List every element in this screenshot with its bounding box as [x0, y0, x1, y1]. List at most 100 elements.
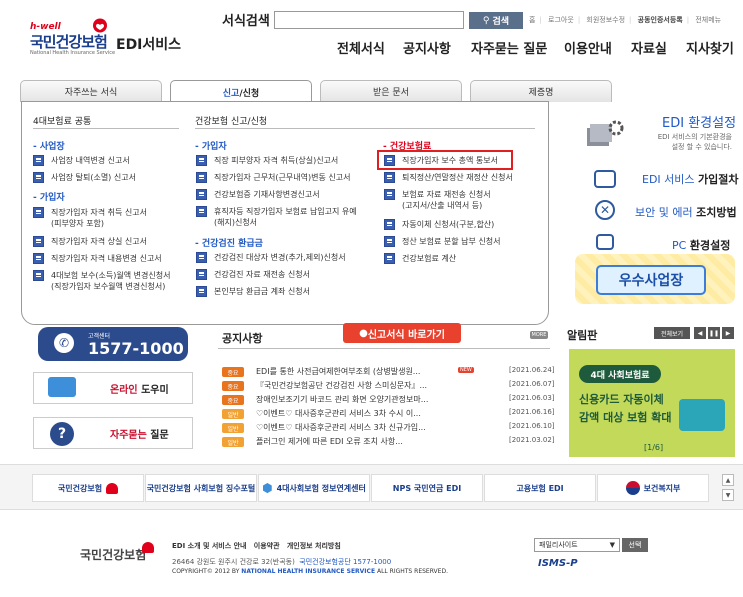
col1-divider — [33, 128, 179, 129]
partner-down-arrow[interactable]: ▼ — [722, 489, 734, 501]
document-icon — [384, 172, 395, 183]
callcenter-number: 1577-1000 — [88, 339, 184, 358]
document-icon — [33, 236, 44, 247]
partner-up-arrow[interactable]: ▲ — [722, 474, 734, 486]
document-icon — [33, 207, 44, 218]
document-icon — [33, 172, 44, 183]
banner-line1: 신용카드 자동이체 — [579, 393, 664, 406]
document-icon — [384, 236, 395, 247]
footer-link-privacy[interactable]: 개인정보 처리방침 — [287, 542, 341, 550]
partner-nhis[interactable]: 국민건강보험 — [32, 474, 144, 502]
partner-nps-edi[interactable]: NPS 국민연금 EDI — [371, 474, 483, 502]
online-helper-button[interactable]: 온라인 도우미 — [33, 372, 193, 404]
notice-row[interactable]: 중요 EDI를 통한 사전급여제한여부조회 (상병발생원... NEW [2021.0… — [222, 366, 555, 378]
gnb-all-forms[interactable]: 전체서식 — [337, 38, 385, 57]
document-icon — [196, 155, 207, 166]
util-home[interactable]: 홈 — [529, 16, 535, 24]
util-cert-register[interactable]: 공동인증서등록 — [638, 16, 683, 24]
link-join-procedure[interactable]: EDI 서비스 가입절차 — [642, 171, 739, 187]
partner-social-insurance-portal[interactable]: 국민건강보험 사회보험 징수포털 — [145, 474, 257, 502]
form-shortcut-button[interactable]: ● 신고서식 바로가기 — [343, 323, 461, 343]
notice-more-button[interactable]: MORE — [530, 331, 548, 339]
search-button[interactable]: ⚲ 검색 — [469, 12, 523, 29]
partner-mohw[interactable]: 보건복지부 — [597, 474, 709, 502]
section-subscriber: - 가입자 — [33, 193, 65, 203]
family-site-select[interactable]: 패밀리사이트 ▼ — [534, 538, 620, 552]
callcenter-box: ✆ 고객센터 1577-1000 — [38, 327, 188, 361]
search-input[interactable] — [274, 11, 464, 29]
service-title: EDI서비스 — [116, 37, 182, 53]
error-icon: ✕ — [595, 200, 615, 220]
credit-card-icon — [679, 399, 725, 431]
document-icon — [196, 172, 207, 183]
document-icon — [384, 189, 395, 200]
chevron-down-icon: ▼ — [609, 541, 615, 549]
search-label: 서식검색 — [222, 14, 270, 29]
banner-line2: 감액 대상 보험 확대 — [579, 411, 672, 424]
document-icon — [384, 253, 395, 264]
gnb-notice[interactable]: 공지사항 — [403, 38, 451, 57]
edi-env-title[interactable]: EDI 환경설정 — [662, 112, 736, 131]
utility-links: 홈 | 로그아웃 | 회원정보수정 | 공동인증서등록 | 전체메뉴 — [529, 16, 722, 24]
tab-report-label: 신고 — [222, 88, 240, 99]
link-pc-settings[interactable]: PC 환경설정 — [672, 237, 730, 253]
notice-row[interactable]: 중요 『국민건강보험공단 건강검진 사항 스미싱문자』... [2021.06.07… — [222, 380, 555, 392]
document-icon — [196, 252, 207, 263]
gnb-faq[interactable]: 자주묻는 질문 — [471, 38, 547, 57]
notice-row[interactable]: 일반 ♡이벤트♡ 대사증후군관리 서비스 3차 신규가입... [2021.06.1… — [222, 422, 555, 434]
new-badge: NEW — [458, 367, 474, 373]
tab-received-docs[interactable]: 받은 문서 — [320, 80, 462, 102]
gnb-branch[interactable]: 지사찾기 — [686, 38, 734, 57]
col2-title: 건강보험 신고/신청 — [195, 117, 268, 127]
logo-nhis[interactable]: 국민건강보험 — [30, 31, 108, 52]
footer-heart-icon — [142, 542, 154, 553]
document-icon — [196, 286, 207, 297]
notice-row[interactable]: 일반 ♡이벤트♡ 대사증후군관리 서비스 3차 수시 이... [2021.06.1… — [222, 408, 555, 420]
notice-row[interactable]: 일반 플러그인 제거에 따른 EDI 오류 조치 사항... [2021.03.02… — [222, 436, 555, 448]
pause-icon[interactable]: ❚❚ — [708, 327, 720, 339]
next-icon[interactable]: ▶ — [722, 327, 734, 339]
heart-logo-icon — [93, 18, 107, 33]
phone-icon: ✆ — [54, 333, 74, 353]
logo-subtitle: National Health Insurance Service — [30, 50, 116, 56]
tab-certificates[interactable]: 제증명 — [470, 80, 612, 102]
alarm-title: 알림판 — [567, 329, 598, 342]
faq-button[interactable]: ? 자주묻는 질문 — [33, 417, 193, 449]
footer-link-intro[interactable]: EDI 소개 및 서비스 안내 — [172, 542, 246, 550]
tab-apply-label: /신청 — [239, 88, 260, 99]
col1-title: 4대보험료 공통 — [33, 117, 92, 127]
footer-link-terms[interactable]: 이용약관 — [254, 542, 280, 550]
tab-frequent-forms[interactable]: 자주쓰는 서식 — [20, 80, 162, 102]
partner-4insurance-center[interactable]: ⬢ 4대사회보험 정보연계센터 — [258, 474, 370, 502]
section-subscriber-2: - 가입자 — [195, 142, 227, 152]
notice-row[interactable]: 중요 장애인보조기기 바코드 관리 화면 오양기관정보마... [2021.06.0… — [222, 394, 555, 406]
tab-report-apply[interactable]: 신고/신청 — [170, 80, 312, 103]
link-icon: ⬢ — [262, 481, 273, 495]
util-member-edit[interactable]: 회원정보수정 — [586, 16, 625, 24]
util-logout[interactable]: 로그아웃 — [548, 16, 574, 24]
document-icon — [384, 155, 395, 166]
notice-badge: 일반 — [222, 423, 244, 433]
util-full-menu[interactable]: 전체메뉴 — [695, 16, 721, 24]
notice-title: 공지사항 — [222, 332, 263, 345]
pc-icon — [596, 234, 614, 250]
gnb-guide[interactable]: 이용안내 — [564, 38, 612, 57]
footer-logo: 국민건강보험 — [80, 548, 147, 562]
taegeuk-icon — [625, 481, 640, 495]
notice-badge: 중요 — [222, 395, 244, 405]
partner-employment-edi[interactable]: 고용보험 EDI — [484, 474, 596, 502]
family-site-go-button[interactable]: 선택 — [622, 538, 648, 552]
gear-icon — [587, 120, 624, 146]
link-security-error[interactable]: 보안 및 에러 조치방법 — [635, 204, 737, 220]
helper-icon — [48, 377, 76, 397]
document-icon — [196, 189, 207, 200]
form-tabs: 자주쓰는 서식 신고/신청 받은 문서 제증명 — [20, 80, 612, 103]
good-workplace-button[interactable]: 우수사업장 — [596, 265, 706, 295]
document-icon — [33, 155, 44, 166]
prev-icon[interactable]: ◀ — [694, 327, 706, 339]
alarm-view-all[interactable]: 전체보기 — [654, 327, 690, 339]
alarm-banner[interactable]: 4대 사회보험료 신용카드 자동이체 감액 대상 보험 확대 [1/6] — [569, 349, 735, 457]
gnb-library[interactable]: 자료실 — [631, 38, 667, 57]
document-icon — [196, 206, 207, 217]
notice-badge: 중요 — [222, 367, 244, 377]
